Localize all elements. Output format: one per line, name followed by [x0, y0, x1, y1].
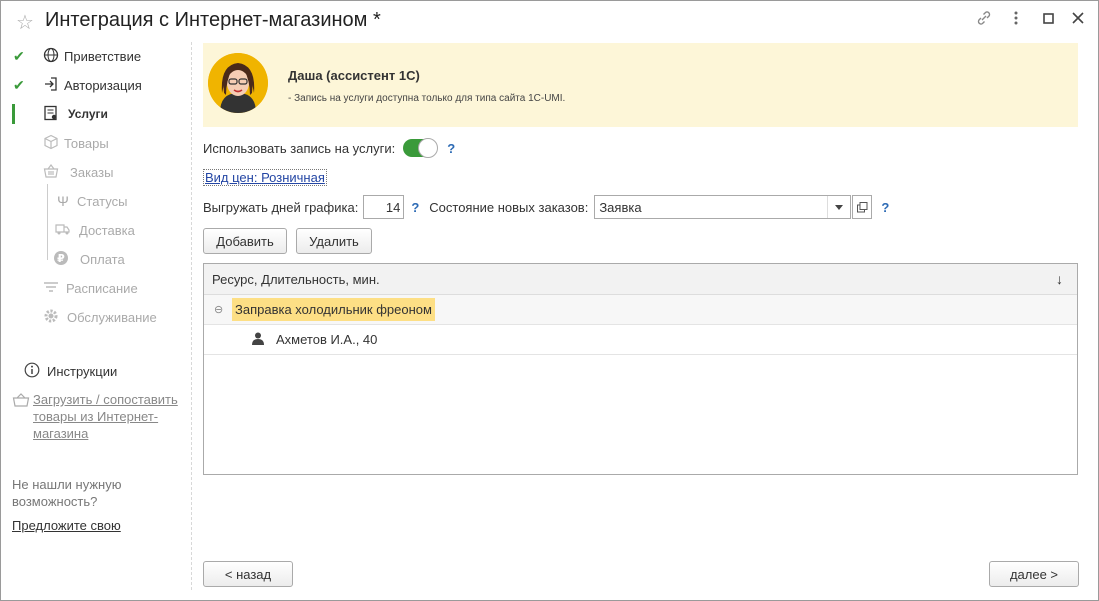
filter-icon [42, 280, 60, 296]
sidebar-separator [191, 42, 192, 590]
back-button[interactable]: < назад [203, 561, 293, 587]
sidebar-item-statuses[interactable]: Ψ Статусы [0, 189, 190, 213]
suggest-link[interactable]: Предложите свою [12, 518, 121, 533]
help-icon[interactable]: ? [447, 141, 455, 156]
use-booking-row: Использовать запись на услуги: ? [203, 138, 455, 158]
sidebar-item-delivery[interactable]: Доставка [0, 218, 190, 242]
assistant-panel: Даша (ассистент 1С) - Запись на услуги д… [203, 43, 1078, 127]
sidebar-item-label: Оплата [80, 251, 125, 267]
instructions-link[interactable]: Инструкции [24, 362, 117, 381]
settings-row: Выгружать дней графика: 14 ? Состояние н… [203, 194, 889, 220]
sidebar-item-goods[interactable]: Товары [0, 131, 190, 155]
sidebar-item-label: Обслуживание [67, 309, 157, 325]
checkmark-icon: ✔ [13, 47, 25, 64]
table-group-row[interactable]: ⊖ Заправка холодильник фреоном [204, 295, 1077, 325]
table-header[interactable]: Ресурс, Длительность, мин. ↓ [204, 264, 1077, 295]
ruble-icon: ₽ [52, 250, 70, 269]
add-button[interactable]: Добавить [203, 228, 287, 254]
column-header-resource: Ресурс, Длительность, мин. [212, 271, 380, 287]
sidebar-item-schedule[interactable]: Расписание [0, 276, 190, 300]
basket-icon [42, 163, 60, 182]
svg-text:₽: ₽ [57, 252, 65, 265]
next-button[interactable]: далее > [989, 561, 1079, 587]
close-icon[interactable] [1071, 10, 1085, 31]
assistant-avatar [208, 53, 268, 113]
help-icon[interactable]: ? [411, 200, 419, 215]
user-icon [252, 332, 276, 348]
instructions-label: Инструкции [47, 364, 118, 379]
sidebar: ✔ Приветствие ✔ Авторизация Услуги Товар… [0, 42, 190, 600]
days-value: 14 [385, 199, 401, 215]
group-label: Заправка холодильник фреоном [232, 298, 435, 321]
globe-icon [42, 47, 60, 66]
days-label: Выгружать дней графика: [203, 199, 359, 215]
window-title: Интеграция с Интернет-магазином * [45, 9, 381, 31]
sort-arrow-icon[interactable]: ↓ [1056, 271, 1063, 287]
help-icon[interactable]: ? [881, 200, 889, 215]
certificate-icon [42, 105, 60, 124]
services-table: Ресурс, Длительность, мин. ↓ ⊖ Заправка … [203, 263, 1078, 475]
sidebar-item-label: Статусы [77, 193, 128, 209]
maximize-icon[interactable] [1042, 10, 1056, 31]
order-state-label: Состояние новых заказов: [429, 199, 589, 215]
collapse-icon[interactable]: ⊖ [214, 303, 232, 316]
toggle-knob [418, 138, 439, 158]
sidebar-item-welcome[interactable]: ✔ Приветствие [0, 44, 190, 68]
table-row[interactable]: Ахметов И.А., 40 [204, 325, 1077, 355]
delete-button[interactable]: Удалить [296, 228, 372, 254]
use-booking-label: Использовать запись на услуги: [203, 140, 396, 156]
sidebar-item-label: Авторизация [64, 77, 142, 93]
sidebar-item-label: Приветствие [64, 48, 142, 64]
sidebar-item-label: Расписание [66, 280, 138, 296]
use-booking-toggle[interactable] [403, 138, 439, 158]
sidebar-item-label: Услуги [68, 107, 108, 121]
sidebar-item-orders[interactable]: Заказы [0, 160, 190, 184]
sidebar-item-label: Доставка [79, 222, 135, 238]
hint-text: Не нашли нужную возможность? [12, 477, 122, 509]
sidebar-item-label: Заказы [70, 164, 114, 180]
box-icon [42, 134, 60, 153]
checkmark-icon: ✔ [13, 76, 25, 93]
sidebar-item-services[interactable]: Услуги [0, 102, 190, 126]
sidebar-item-payment[interactable]: ₽ Оплата [0, 247, 190, 271]
favorite-star-icon[interactable]: ☆ [16, 10, 34, 35]
info-icon [24, 362, 40, 381]
sidebar-item-label: Товары [64, 135, 109, 151]
open-icon [856, 201, 868, 212]
dropdown-arrow-icon[interactable] [827, 196, 850, 218]
days-input[interactable]: 14 [363, 195, 405, 219]
load-goods-link[interactable]: Загрузить / сопоставить товары из Интерн… [33, 391, 183, 442]
order-state-value: Заявка [599, 199, 642, 215]
price-type-link[interactable]: Вид цен: Розничная [203, 169, 327, 186]
gear-icon [42, 308, 60, 327]
more-menu-icon[interactable] [1013, 10, 1019, 31]
truck-icon [54, 222, 72, 239]
link-icon[interactable] [976, 10, 992, 31]
open-button[interactable] [852, 195, 873, 219]
assistant-message: - Запись на услуги доступна только для т… [288, 93, 566, 104]
trident-icon: Ψ [57, 193, 69, 209]
basket-icon [12, 392, 30, 411]
sidebar-item-authorization[interactable]: ✔ Авторизация [0, 73, 190, 97]
order-state-select[interactable]: Заявка [594, 195, 852, 219]
sidebar-item-maintenance[interactable]: Обслуживание [0, 305, 190, 329]
title-bar: ☆ Интеграция с Интернет-магазином * [0, 0, 1099, 42]
resource-cell: Ахметов И.А., 40 [276, 332, 378, 347]
assistant-name: Даша (ассистент 1С) [288, 68, 420, 83]
login-icon [42, 76, 60, 95]
